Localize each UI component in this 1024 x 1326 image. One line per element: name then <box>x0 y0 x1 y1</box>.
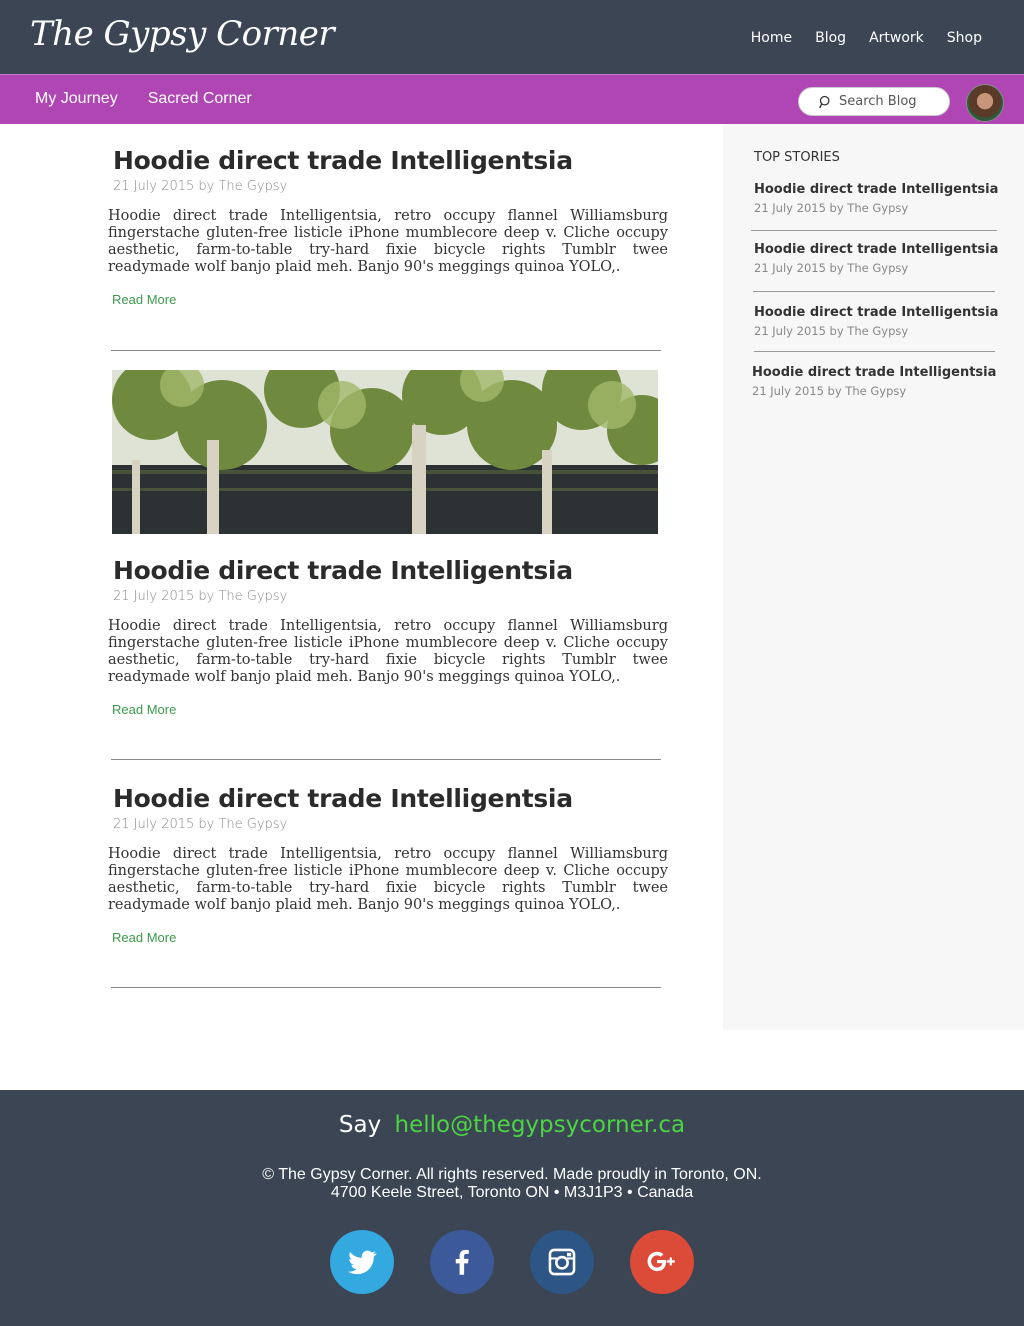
read-more-link[interactable]: Read More <box>112 702 176 717</box>
post-meta: 21 July 2015 by The Gypsy <box>113 589 288 604</box>
instagram-icon <box>548 1248 576 1276</box>
post-title[interactable]: Hoodie direct trade Intelligentsia <box>113 146 668 175</box>
story-title[interactable]: Hoodie direct trade Intelligentsia <box>752 365 997 380</box>
subnav-sacred-corner-link[interactable]: Sacred Corner <box>148 90 252 108</box>
post-divider <box>111 759 661 760</box>
post-title[interactable]: Hoodie direct trade Intelligentsia <box>113 784 668 813</box>
sub-nav-bar: My Journey Sacred Corner <box>0 74 1024 124</box>
sub-nav: My Journey Sacred Corner <box>35 90 282 108</box>
post-meta: 21 July 2015 by The Gypsy <box>113 179 288 194</box>
twitter-button[interactable] <box>330 1230 394 1294</box>
contact-line: Say hello@thegypsycorner.ca <box>0 1112 1024 1138</box>
copyright-text: © The Gypsy Corner. All rights reserved.… <box>262 1166 762 1183</box>
post-divider <box>111 350 661 351</box>
read-more-link[interactable]: Read More <box>112 292 176 307</box>
story-meta: 21 July 2015 by The Gypsy <box>754 324 909 338</box>
twitter-icon <box>348 1250 377 1275</box>
story-title[interactable]: Hoodie direct trade Intelligentsia <box>754 182 999 197</box>
top-stories-sidebar: TOP STORIES Hoodie direct trade Intellig… <box>723 124 1024 1030</box>
google-plus-button[interactable] <box>630 1230 694 1294</box>
top-story-item[interactable]: Hoodie direct trade Intelligentsia 21 Ju… <box>754 242 999 275</box>
footer-info: © The Gypsy Corner. All rights reserved.… <box>0 1166 1024 1202</box>
post-divider <box>111 987 661 988</box>
main-nav: Home Blog Artwork Shop <box>728 30 982 46</box>
contact-email-link[interactable]: hello@thegypsycorner.ca <box>395 1112 686 1138</box>
facebook-icon <box>455 1249 469 1275</box>
post-excerpt: Hoodie direct trade Intelligentsia, retr… <box>108 208 668 275</box>
site-logo[interactable]: The Gypsy Corner <box>30 14 335 54</box>
search-box[interactable] <box>798 87 950 116</box>
story-divider <box>753 291 995 292</box>
address-text: 4700 Keele Street, Toronto ON • M3J1P3 •… <box>330 1184 694 1201</box>
nav-home-link[interactable]: Home <box>751 30 792 46</box>
nav-shop-link[interactable]: Shop <box>947 30 982 46</box>
search-icon <box>819 95 830 108</box>
top-story-item[interactable]: Hoodie direct trade Intelligentsia 21 Ju… <box>754 182 999 215</box>
post-meta: 21 July 2015 by The Gypsy <box>113 817 288 832</box>
nav-artwork-link[interactable]: Artwork <box>869 30 924 46</box>
facebook-button[interactable] <box>430 1230 494 1294</box>
read-more-link[interactable]: Read More <box>112 930 176 945</box>
post-1: Hoodie direct trade Intelligentsia 21 Ju… <box>108 146 668 309</box>
top-header: The Gypsy Corner Home Blog Artwork Shop <box>0 0 1024 74</box>
story-divider <box>751 230 997 231</box>
social-links <box>330 1230 694 1294</box>
google-plus-icon <box>647 1251 675 1272</box>
top-story-item[interactable]: Hoodie direct trade Intelligentsia 21 Ju… <box>752 365 997 398</box>
subnav-my-journey-link[interactable]: My Journey <box>35 90 118 108</box>
story-meta: 21 July 2015 by The Gypsy <box>754 261 909 275</box>
post-image <box>112 370 658 534</box>
say-label: Say <box>338 1112 382 1138</box>
post-2: Hoodie direct trade Intelligentsia 21 Ju… <box>108 556 668 719</box>
search-input[interactable] <box>839 94 939 109</box>
avatar[interactable] <box>966 84 1004 122</box>
post-3: Hoodie direct trade Intelligentsia 21 Ju… <box>108 784 668 947</box>
top-story-item[interactable]: Hoodie direct trade Intelligentsia 21 Ju… <box>754 305 999 338</box>
story-meta: 21 July 2015 by The Gypsy <box>754 201 909 215</box>
post-title[interactable]: Hoodie direct trade Intelligentsia <box>113 556 668 585</box>
story-divider <box>754 351 995 352</box>
story-meta: 21 July 2015 by The Gypsy <box>752 384 907 398</box>
story-title[interactable]: Hoodie direct trade Intelligentsia <box>754 242 999 257</box>
post-excerpt: Hoodie direct trade Intelligentsia, retr… <box>108 846 668 913</box>
story-title[interactable]: Hoodie direct trade Intelligentsia <box>754 305 999 320</box>
instagram-button[interactable] <box>530 1230 594 1294</box>
site-footer: Say hello@thegypsycorner.ca © The Gypsy … <box>0 1090 1024 1326</box>
top-stories-heading: TOP STORIES <box>754 150 840 165</box>
post-list: Hoodie direct trade Intelligentsia 21 Ju… <box>0 124 723 1030</box>
post-excerpt: Hoodie direct trade Intelligentsia, retr… <box>108 618 668 685</box>
nav-blog-link[interactable]: Blog <box>815 30 846 46</box>
trees-image <box>112 370 658 534</box>
